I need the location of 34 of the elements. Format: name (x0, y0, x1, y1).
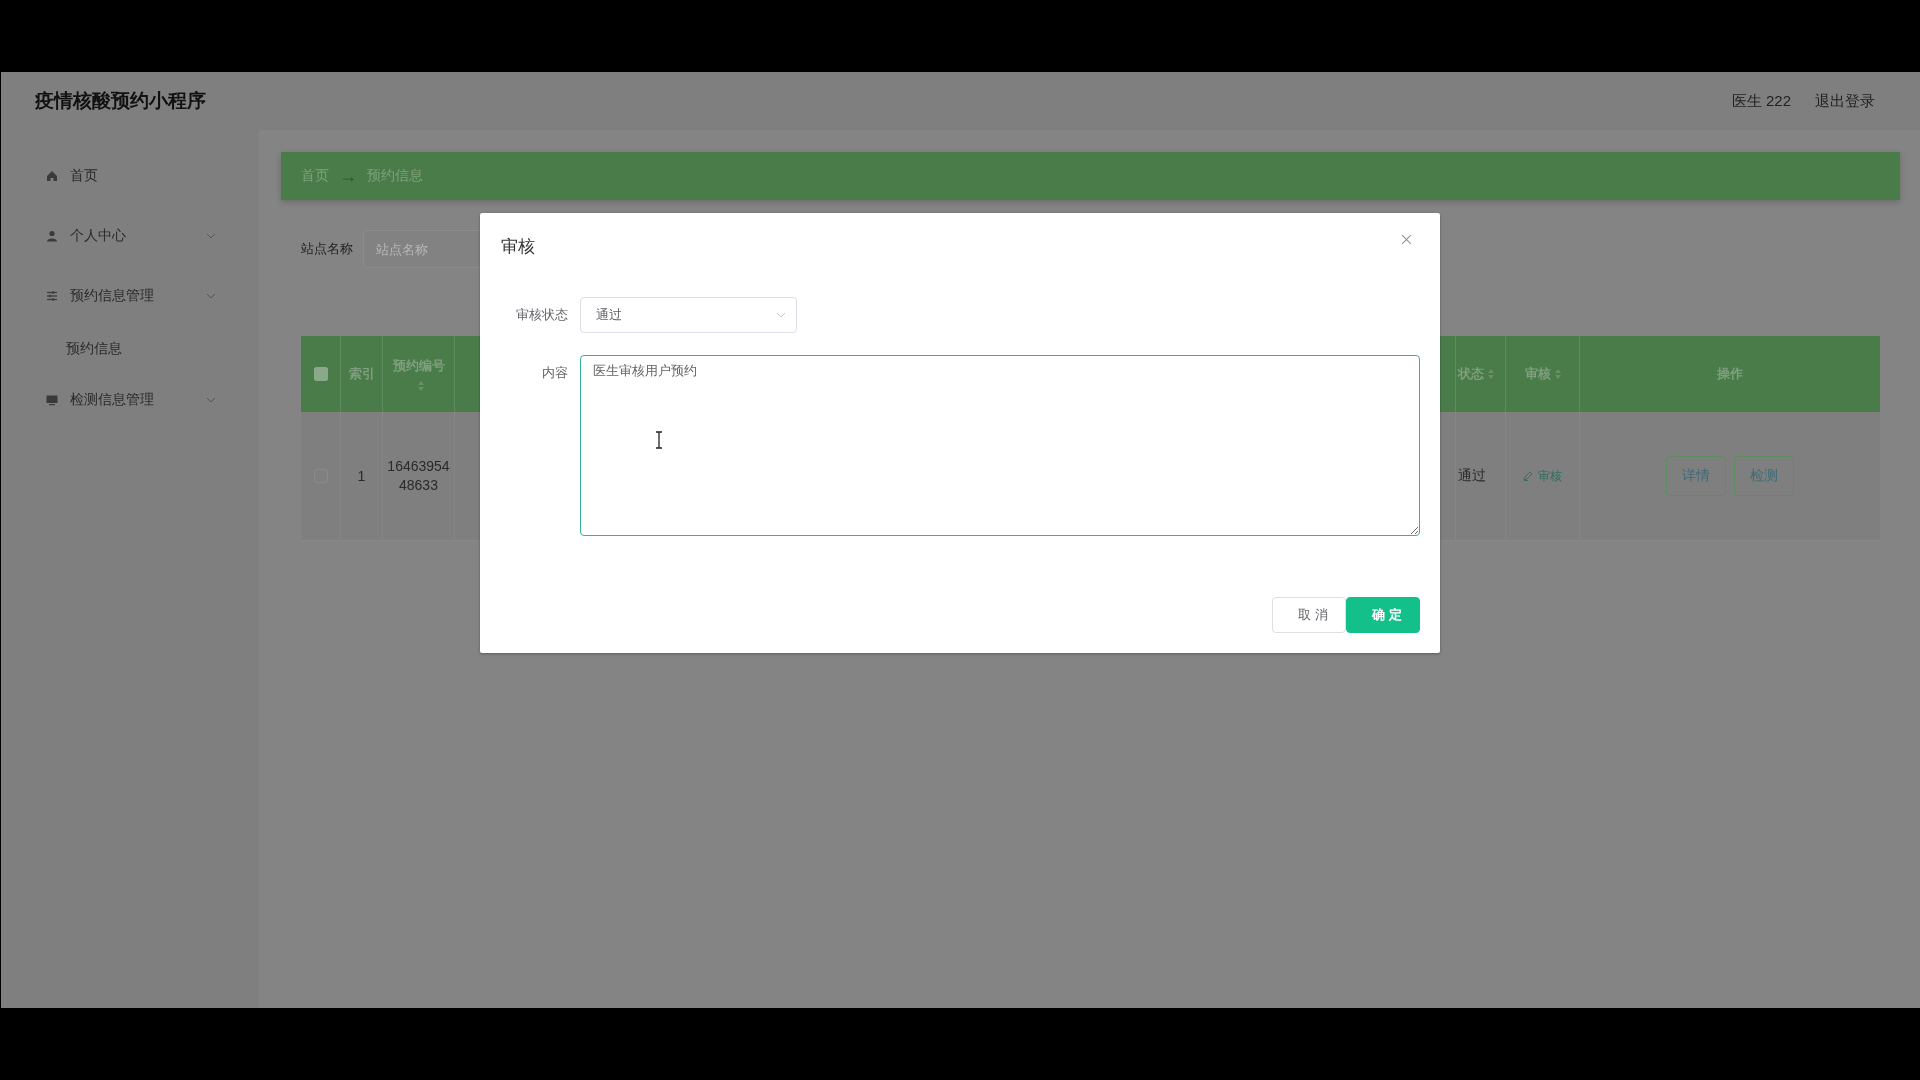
field-label: 内容 (541, 364, 568, 382)
text-cursor-icon (655, 431, 663, 449)
user-name: 医生 222 (1731, 91, 1791, 111)
sort-icon[interactable] (1554, 369, 1561, 379)
table-cell: 1 (357, 468, 366, 484)
logout-link[interactable]: 退出登录 (1815, 91, 1875, 111)
content-textarea[interactable]: 医生审核用户预约 (580, 355, 1420, 536)
sidebar-item[interactable]: 首页 (41, 146, 236, 206)
status-select[interactable]: 通过 (580, 297, 797, 333)
search-label: 站点名称 (301, 240, 353, 258)
sidebar-item[interactable]: 预约信息管理 (41, 266, 236, 326)
sort-icon[interactable] (417, 381, 424, 391)
chevron-down-icon (206, 397, 216, 403)
sidebar-item[interactable]: 检测信息管理 (41, 370, 236, 430)
pencil-icon (1523, 471, 1533, 481)
monitor-icon (46, 394, 58, 406)
sidebar-subitem[interactable]: 预约信息 (41, 326, 122, 370)
confirm-button[interactable]: 确定 (1346, 597, 1420, 633)
user-icon (46, 230, 58, 242)
sort-icon[interactable] (1488, 369, 1494, 379)
chevron-down-icon (206, 233, 216, 239)
field-label: 审核状态 (515, 306, 568, 324)
sliders-icon (46, 290, 58, 302)
cancel-button[interactable]: 取消 (1272, 597, 1346, 633)
select-all-checkbox[interactable] (313, 367, 328, 381)
close-icon[interactable] (1401, 233, 1412, 245)
chevron-down-icon (776, 312, 786, 318)
table-cell: 16463954 48633 (387, 457, 450, 495)
table-cell: 通过 (1458, 467, 1486, 485)
chevron-down-icon (206, 293, 216, 299)
arrow-separator: → (339, 165, 357, 187)
home-icon (46, 170, 58, 182)
app-title: 疫情核酸预约小程序 (35, 89, 206, 113)
sidebar-item[interactable]: 个人中心 (41, 206, 236, 266)
